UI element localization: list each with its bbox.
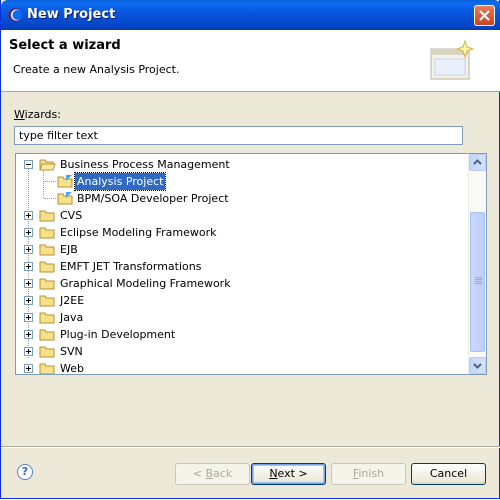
expand-toggle[interactable] — [24, 245, 33, 254]
finish-button[interactable]: Finish — [331, 463, 406, 485]
chevron-up-icon — [473, 159, 482, 165]
folder-icon — [39, 261, 55, 273]
folder-icon — [39, 227, 55, 239]
expand-toggle[interactable] — [24, 228, 33, 237]
title-bar[interactable]: New Project — [1, 0, 500, 30]
wizards-label: Wizards: — [14, 108, 61, 121]
tree-item-bpm-soa-developer-project[interactable]: BPM/SOA Developer Project — [16, 190, 466, 207]
expand-toggle[interactable] — [24, 364, 33, 373]
expand-toggle[interactable] — [24, 347, 33, 356]
tree-item-eclipse-modeling-framework[interactable]: Eclipse Modeling Framework — [16, 224, 466, 241]
expand-toggle[interactable] — [24, 330, 33, 339]
tree-vertical-scrollbar[interactable] — [468, 154, 486, 374]
separator — [1, 446, 500, 448]
expand-toggle[interactable] — [24, 313, 33, 322]
tree-item-plug-in-development[interactable]: Plug-in Development — [16, 326, 466, 343]
collapse-toggle[interactable] — [24, 160, 33, 169]
expand-toggle[interactable] — [24, 262, 33, 271]
next-button[interactable]: Next > — [251, 463, 326, 485]
folder-icon — [39, 295, 55, 307]
project-wizard-icon — [57, 192, 73, 205]
folder-icon — [39, 210, 55, 222]
scroll-thumb[interactable] — [470, 212, 485, 352]
tree-item-graphical-modeling-framework[interactable]: Graphical Modeling Framework — [16, 275, 466, 292]
new-project-dialog: New Project Select a wizard Create a new… — [0, 0, 500, 499]
expand-toggle[interactable] — [24, 279, 33, 288]
project-wizard-icon — [57, 175, 73, 188]
expand-toggle[interactable] — [24, 211, 33, 220]
wizard-tree[interactable]: Business Process Management Analysis Pro… — [15, 153, 487, 375]
filter-field[interactable] — [14, 126, 463, 145]
folder-icon — [39, 346, 55, 358]
window-title: New Project — [27, 7, 116, 22]
tree-item-java[interactable]: Java — [16, 309, 466, 326]
tree-item-svn[interactable]: SVN — [16, 343, 466, 360]
tree-item-cvs[interactable]: CVS — [16, 207, 466, 224]
banner-title: Select a wizard — [9, 38, 121, 53]
tree-item-analysis-project[interactable]: Analysis Project — [16, 172, 466, 191]
filter-input[interactable] — [19, 127, 462, 144]
close-button[interactable] — [474, 5, 495, 26]
tree-item-emft-jet-transformations[interactable]: EMFT JET Transformations — [16, 258, 466, 275]
chevron-down-icon — [473, 363, 482, 369]
tree-item-web[interactable]: Web — [16, 360, 466, 374]
tree-item-j2ee[interactable]: J2EE — [16, 292, 466, 309]
eclipse-icon — [8, 8, 23, 22]
folder-open-icon — [39, 159, 56, 171]
scroll-down-button[interactable] — [469, 357, 486, 374]
folder-icon — [39, 312, 55, 324]
folder-icon — [39, 244, 55, 256]
wizard-banner-icon — [430, 39, 475, 80]
back-button[interactable]: < Back — [175, 463, 250, 485]
folder-icon — [39, 278, 55, 290]
folder-icon — [39, 363, 55, 374]
cancel-button[interactable]: Cancel — [411, 463, 486, 485]
expand-toggle[interactable] — [24, 296, 33, 305]
tree-item-ejb[interactable]: EJB — [16, 241, 466, 258]
tree-item-business-process-management[interactable]: Business Process Management — [16, 156, 466, 173]
scroll-up-button[interactable] — [469, 154, 486, 171]
wizard-banner: Select a wizard Create a new Analysis Pr… — [1, 30, 500, 92]
help-icon[interactable]: ? — [17, 464, 33, 480]
folder-icon — [39, 329, 55, 341]
banner-description: Create a new Analysis Project. — [13, 63, 180, 76]
close-icon — [479, 10, 490, 21]
